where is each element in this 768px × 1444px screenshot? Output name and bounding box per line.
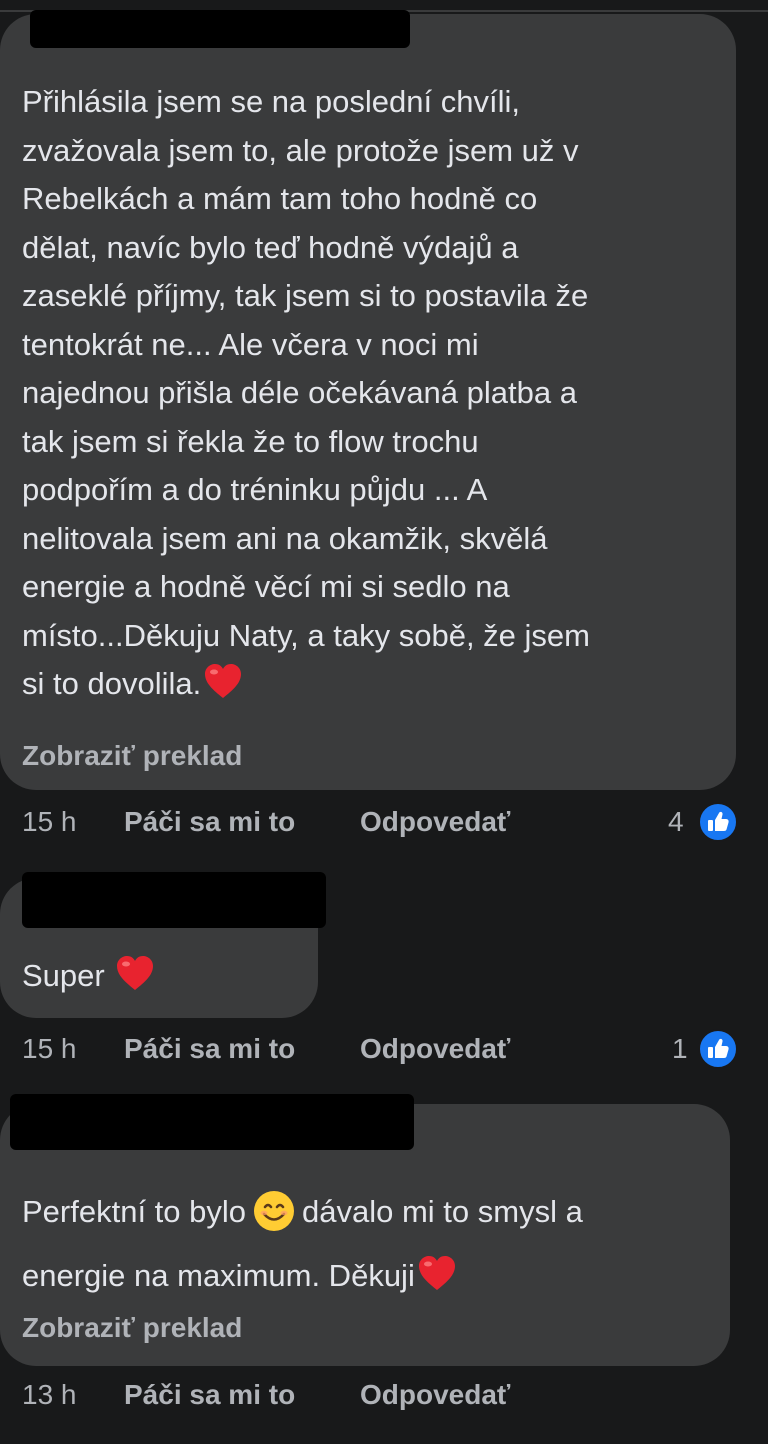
translate-link[interactable]: Zobraziť preklad <box>22 740 242 772</box>
smile-emoji-icon <box>252 1189 296 1233</box>
comment-text: Super <box>22 952 155 1001</box>
reaction-count[interactable]: 1 <box>672 1033 688 1065</box>
comment-bubble-3: Perfektní to bylo dávalo mi to smysl a en… <box>0 1094 730 1366</box>
comment-text: Přihlásila jsem se na poslední chvíli, z… <box>22 84 590 702</box>
redacted-author-name <box>22 872 326 928</box>
redacted-author-name <box>30 10 410 48</box>
reply-button[interactable]: Odpovedať <box>360 1033 510 1065</box>
comment-time: 13 h <box>22 1379 77 1410</box>
comment-actions-1: 15 h Páči sa mi to Odpovedať 4 <box>0 800 768 844</box>
like-button[interactable]: Páči sa mi to <box>124 1379 295 1411</box>
heart-icon <box>115 954 155 994</box>
reaction-count[interactable]: 4 <box>668 806 684 838</box>
heart-icon <box>417 1252 457 1292</box>
reply-button[interactable]: Odpovedať <box>360 1379 510 1411</box>
comment-time: 15 h <box>22 806 77 837</box>
redacted-author-name <box>10 1094 414 1150</box>
like-thumb-icon[interactable] <box>698 1029 738 1069</box>
comment-bubble-1: Přihlásila jsem se na poslední chvíli, z… <box>0 10 736 790</box>
reply-button[interactable]: Odpovedať <box>360 806 510 838</box>
heart-icon <box>203 662 243 702</box>
comment-bubble-2: Super <box>0 872 326 1018</box>
comment-text: Perfektní to bylo dávalo mi to smysl a en… <box>22 1180 722 1308</box>
translate-link[interactable]: Zobraziť preklad <box>22 1312 242 1344</box>
comment-actions-3: 13 h Páči sa mi to Odpovedať <box>0 1373 768 1417</box>
comment-actions-2: 15 h Páči sa mi to Odpovedať 1 <box>0 1027 768 1071</box>
like-button[interactable]: Páči sa mi to <box>124 806 295 838</box>
like-thumb-icon[interactable] <box>698 802 738 842</box>
comment-time: 15 h <box>22 1033 77 1064</box>
like-button[interactable]: Páči sa mi to <box>124 1033 295 1065</box>
